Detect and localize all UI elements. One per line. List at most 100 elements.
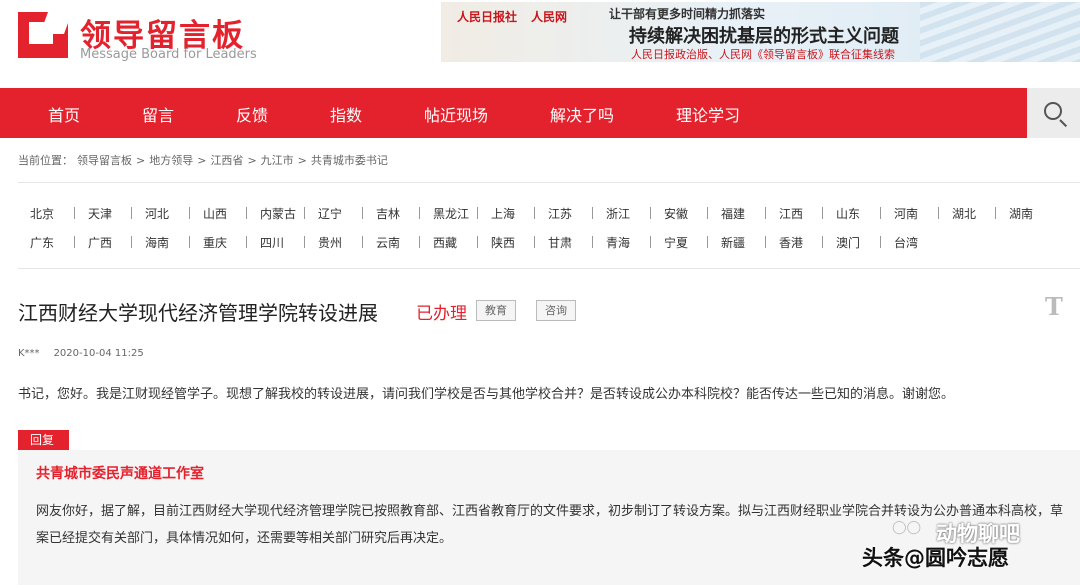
region-item[interactable]: 北京 — [30, 205, 54, 222]
region-item[interactable]: 河南 — [894, 205, 918, 222]
divider — [18, 182, 1080, 183]
breadcrumb-item[interactable]: 江西省 — [210, 154, 243, 167]
search-button[interactable] — [1027, 88, 1080, 138]
region-item[interactable]: 山西 — [203, 205, 227, 222]
region-separator — [592, 236, 593, 248]
region-item[interactable]: 黑龙江 — [433, 205, 469, 222]
region-item[interactable]: 宁夏 — [664, 234, 688, 251]
region-item[interactable]: 广东 — [30, 234, 54, 251]
region-item[interactable]: 江西 — [779, 205, 803, 222]
banner-decoration — [920, 2, 1080, 62]
region-item[interactable]: 上海 — [491, 205, 515, 222]
banner-logo-people-daily: 人民日报社 — [457, 10, 518, 24]
author-name: K*** — [18, 348, 40, 359]
region-item[interactable]: 广西 — [88, 234, 112, 251]
region-separator — [362, 236, 363, 248]
nav-item-home[interactable]: 首页 — [48, 102, 80, 126]
region-item[interactable]: 陕西 — [491, 234, 515, 251]
region-separator — [362, 207, 363, 219]
site-header: 领导留言板 Message Board for Leaders 人民日报社 人民网… — [0, 0, 1080, 86]
region-item[interactable]: 福建 — [721, 205, 745, 222]
nav-item-resolved[interactable]: 解决了吗 — [550, 102, 614, 126]
region-separator — [650, 207, 651, 219]
site-subtitle: Message Board for Leaders — [80, 47, 257, 62]
region-item[interactable]: 四川 — [260, 234, 284, 251]
region-item[interactable]: 云南 — [376, 234, 400, 251]
region-item[interactable]: 内蒙古 — [260, 205, 296, 222]
region-item[interactable]: 江苏 — [548, 205, 572, 222]
region-item[interactable]: 重庆 — [203, 234, 227, 251]
region-item[interactable]: 香港 — [779, 234, 803, 251]
region-separator — [246, 207, 247, 219]
watermark-bottom: 头条@圆吟志愿 — [862, 546, 1009, 570]
tag-education[interactable]: 教育 — [476, 300, 516, 321]
region-separator — [419, 207, 420, 219]
region-separator — [304, 207, 305, 219]
region-separator — [765, 236, 766, 248]
nav-item-theory[interactable]: 理论学习 — [676, 102, 740, 126]
region-item[interactable]: 西藏 — [433, 234, 457, 251]
region-item[interactable]: 河北 — [145, 205, 169, 222]
region-separator — [189, 236, 190, 248]
breadcrumb-item[interactable]: 地方领导 — [149, 154, 193, 167]
region-separator — [131, 236, 132, 248]
breadcrumb-separator: > — [297, 154, 307, 167]
nav-item-feedback[interactable]: 反馈 — [236, 102, 268, 126]
message-title: 江西财经大学现代经济管理学院转设进展 — [18, 301, 378, 325]
region-separator — [592, 207, 593, 219]
region-separator — [880, 207, 881, 219]
region-item[interactable]: 山东 — [836, 205, 860, 222]
nav-item-index[interactable]: 指数 — [330, 102, 362, 126]
breadcrumb-separator: > — [197, 154, 207, 167]
region-item[interactable]: 贵州 — [318, 234, 342, 251]
search-icon — [1044, 102, 1062, 120]
region-item[interactable]: 湖北 — [952, 205, 976, 222]
banner-logos: 人民日报社 人民网 — [457, 8, 581, 25]
region-item[interactable]: 台湾 — [894, 234, 918, 251]
region-item[interactable]: 吉林 — [376, 205, 400, 222]
region-separator — [534, 236, 535, 248]
region-separator — [131, 207, 132, 219]
region-separator — [74, 236, 75, 248]
breadcrumb-label: 当前位置： — [18, 154, 73, 167]
tag-consult[interactable]: 咨询 — [536, 300, 576, 321]
font-size-toggle-icon[interactable]: T — [1045, 292, 1063, 321]
nav-item-message[interactable]: 留言 — [142, 102, 174, 126]
main-nav: 首页 留言 反馈 指数 帖近现场 解决了吗 理论学习 — [0, 88, 1027, 138]
region-item[interactable]: 安徽 — [664, 205, 688, 222]
breadcrumb-item[interactable]: 领导留言板 — [77, 154, 132, 167]
region-item[interactable]: 青海 — [606, 234, 630, 251]
region-separator — [189, 207, 190, 219]
region-separator — [880, 236, 881, 248]
message-meta: K*** 2020-10-04 11:25 — [18, 348, 158, 359]
region-item[interactable]: 湖南 — [1009, 205, 1033, 222]
breadcrumb-item[interactable]: 共青城市委书记 — [311, 154, 388, 167]
region-separator — [650, 236, 651, 248]
breadcrumb: 当前位置： 领导留言板 > 地方领导 > 江西省 > 九江市 > 共青城市委书记 — [18, 152, 392, 168]
region-item[interactable]: 天津 — [88, 205, 112, 222]
reply-organization[interactable]: 共青城市委民声通道工作室 — [36, 463, 204, 483]
region-separator — [707, 236, 708, 248]
nav-item-onsite[interactable]: 帖近现场 — [424, 102, 488, 126]
promo-banner[interactable]: 人民日报社 人民网 让干部有更多时间精力抓落实 持续解决困扰基层的形式主义问题 人… — [441, 2, 1080, 62]
region-item[interactable]: 新疆 — [721, 234, 745, 251]
message-content: 书记，您好。我是江财现经管学子。现想了解我校的转设进展，请问我们学校是否与其他学… — [18, 387, 955, 402]
region-item[interactable]: 海南 — [145, 234, 169, 251]
region-item[interactable]: 澳门 — [836, 234, 860, 251]
banner-logo-people-net: 人民网 — [531, 10, 568, 24]
breadcrumb-item[interactable]: 九江市 — [261, 154, 294, 167]
region-separator — [822, 207, 823, 219]
divider — [18, 268, 1080, 269]
region-item[interactable]: 辽宁 — [318, 205, 342, 222]
banner-line-3: 人民日报政治版、人民网《领导留言板》联合征集线索 — [631, 48, 895, 61]
region-separator — [304, 236, 305, 248]
region-item[interactable]: 浙江 — [606, 205, 630, 222]
region-separator — [477, 236, 478, 248]
region-separator — [707, 207, 708, 219]
region-separator — [74, 207, 75, 219]
status-badge: 已办理 — [416, 304, 467, 324]
site-logo-icon[interactable] — [18, 12, 73, 60]
banner-headline: 持续解决困扰基层的形式主义问题 — [629, 26, 899, 47]
region-item[interactable]: 甘肃 — [548, 234, 572, 251]
breadcrumb-separator: > — [247, 154, 257, 167]
